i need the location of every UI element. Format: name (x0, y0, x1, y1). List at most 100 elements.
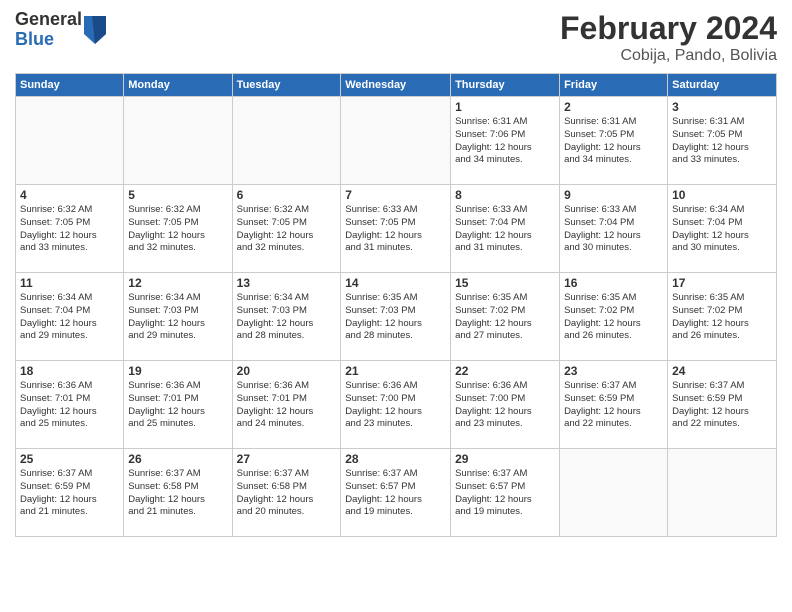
calendar-cell: 5 Sunrise: 6:32 AMSunset: 7:05 PMDaylight… (124, 185, 232, 273)
day-number: 11 (20, 276, 119, 290)
day-info: Sunrise: 6:36 AMSunset: 7:01 PMDaylight:… (20, 380, 119, 431)
day-number: 26 (128, 452, 227, 466)
day-info: Sunrise: 6:37 AMSunset: 6:59 PMDaylight:… (20, 468, 119, 519)
calendar-week-2: 4 Sunrise: 6:32 AMSunset: 7:05 PMDaylight… (16, 185, 777, 273)
calendar-cell (124, 97, 232, 185)
day-info: Sunrise: 6:37 AMSunset: 6:57 PMDaylight:… (345, 468, 446, 519)
calendar-cell (232, 97, 341, 185)
logo-text: General Blue (15, 10, 82, 50)
day-number: 8 (455, 188, 555, 202)
day-info: Sunrise: 6:33 AMSunset: 7:05 PMDaylight:… (345, 204, 446, 255)
day-info: Sunrise: 6:32 AMSunset: 7:05 PMDaylight:… (237, 204, 337, 255)
col-tuesday: Tuesday (232, 74, 341, 97)
day-info: Sunrise: 6:37 AMSunset: 6:59 PMDaylight:… (672, 380, 772, 431)
logo: General Blue (15, 10, 106, 50)
calendar-cell: 16 Sunrise: 6:35 AMSunset: 7:02 PMDayligh… (560, 273, 668, 361)
title-block: February 2024 Cobija, Pando, Bolivia (560, 10, 777, 65)
day-number: 22 (455, 364, 555, 378)
day-number: 15 (455, 276, 555, 290)
day-info: Sunrise: 6:31 AMSunset: 7:05 PMDaylight:… (672, 116, 772, 167)
day-info: Sunrise: 6:32 AMSunset: 7:05 PMDaylight:… (20, 204, 119, 255)
calendar-cell: 12 Sunrise: 6:34 AMSunset: 7:03 PMDayligh… (124, 273, 232, 361)
calendar-header-row: Sunday Monday Tuesday Wednesday Thursday… (16, 74, 777, 97)
day-info: Sunrise: 6:37 AMSunset: 6:59 PMDaylight:… (564, 380, 663, 431)
day-number: 3 (672, 100, 772, 114)
calendar-cell: 9 Sunrise: 6:33 AMSunset: 7:04 PMDaylight… (560, 185, 668, 273)
day-number: 23 (564, 364, 663, 378)
day-number: 9 (564, 188, 663, 202)
day-number: 20 (237, 364, 337, 378)
day-info: Sunrise: 6:34 AMSunset: 7:04 PMDaylight:… (672, 204, 772, 255)
col-wednesday: Wednesday (341, 74, 451, 97)
calendar-cell: 11 Sunrise: 6:34 AMSunset: 7:04 PMDayligh… (16, 273, 124, 361)
calendar-cell: 6 Sunrise: 6:32 AMSunset: 7:05 PMDaylight… (232, 185, 341, 273)
calendar-cell: 29Sunrise: 6:37 AMSunset: 6:57 PMDayligh… (451, 449, 560, 537)
calendar-cell: 28 Sunrise: 6:37 AMSunset: 6:57 PMDayligh… (341, 449, 451, 537)
day-info: Sunrise: 6:36 AMSunset: 7:00 PMDaylight:… (455, 380, 555, 431)
calendar-cell (560, 449, 668, 537)
calendar-cell: 10 Sunrise: 6:34 AMSunset: 7:04 PMDayligh… (668, 185, 777, 273)
calendar-cell: 13Sunrise: 6:34 AMSunset: 7:03 PMDayligh… (232, 273, 341, 361)
day-info: Sunrise: 6:31 AMSunset: 7:05 PMDaylight:… (564, 116, 663, 167)
day-info: Sunrise: 6:33 AMSunset: 7:04 PMDaylight:… (564, 204, 663, 255)
day-info: Sunrise: 6:37 AMSunset: 6:58 PMDaylight:… (237, 468, 337, 519)
col-thursday: Thursday (451, 74, 560, 97)
day-info: Sunrise: 6:36 AMSunset: 7:01 PMDaylight:… (128, 380, 227, 431)
calendar-cell: 14 Sunrise: 6:35 AMSunset: 7:03 PMDayligh… (341, 273, 451, 361)
logo-icon (84, 16, 106, 44)
day-number: 12 (128, 276, 227, 290)
day-info: Sunrise: 6:36 AMSunset: 7:00 PMDaylight:… (345, 380, 446, 431)
calendar-week-3: 11 Sunrise: 6:34 AMSunset: 7:04 PMDayligh… (16, 273, 777, 361)
calendar-cell: 21 Sunrise: 6:36 AMSunset: 7:00 PMDayligh… (341, 361, 451, 449)
calendar-cell: 23 Sunrise: 6:37 AMSunset: 6:59 PMDayligh… (560, 361, 668, 449)
calendar-cell: 19 Sunrise: 6:36 AMSunset: 7:01 PMDayligh… (124, 361, 232, 449)
col-sunday: Sunday (16, 74, 124, 97)
day-number: 21 (345, 364, 446, 378)
day-info: Sunrise: 6:34 AMSunset: 7:03 PMDaylight:… (128, 292, 227, 343)
calendar-cell: 17Sunrise: 6:35 AMSunset: 7:02 PMDayligh… (668, 273, 777, 361)
day-info: Sunrise: 6:35 AMSunset: 7:02 PMDaylight:… (672, 292, 772, 343)
day-number: 14 (345, 276, 446, 290)
calendar-week-4: 18 Sunrise: 6:36 AMSunset: 7:01 PMDayligh… (16, 361, 777, 449)
day-info: Sunrise: 6:33 AMSunset: 7:04 PMDaylight:… (455, 204, 555, 255)
calendar-cell (341, 97, 451, 185)
day-info: Sunrise: 6:35 AMSunset: 7:02 PMDaylight:… (564, 292, 663, 343)
col-friday: Friday (560, 74, 668, 97)
calendar-cell (668, 449, 777, 537)
calendar-table: Sunday Monday Tuesday Wednesday Thursday… (15, 73, 777, 537)
day-info: Sunrise: 6:35 AMSunset: 7:03 PMDaylight:… (345, 292, 446, 343)
calendar-cell: 4 Sunrise: 6:32 AMSunset: 7:05 PMDaylight… (16, 185, 124, 273)
page: General Blue February 2024 Cobija, Pando… (0, 0, 792, 612)
day-number: 29 (455, 452, 555, 466)
day-number: 16 (564, 276, 663, 290)
calendar-week-1: 1 Sunrise: 6:31 AMSunset: 7:06 PMDaylight… (16, 97, 777, 185)
day-number: 10 (672, 188, 772, 202)
day-number: 27 (237, 452, 337, 466)
day-number: 25 (20, 452, 119, 466)
day-number: 4 (20, 188, 119, 202)
day-info: Sunrise: 6:34 AMSunset: 7:04 PMDaylight:… (20, 292, 119, 343)
calendar-cell: 24Sunrise: 6:37 AMSunset: 6:59 PMDayligh… (668, 361, 777, 449)
day-info: Sunrise: 6:31 AMSunset: 7:06 PMDaylight:… (455, 116, 555, 167)
calendar-week-5: 25 Sunrise: 6:37 AMSunset: 6:59 PMDayligh… (16, 449, 777, 537)
day-number: 28 (345, 452, 446, 466)
calendar-cell: 20 Sunrise: 6:36 AMSunset: 7:01 PMDayligh… (232, 361, 341, 449)
day-info: Sunrise: 6:32 AMSunset: 7:05 PMDaylight:… (128, 204, 227, 255)
day-number: 5 (128, 188, 227, 202)
calendar-cell: 1 Sunrise: 6:31 AMSunset: 7:06 PMDaylight… (451, 97, 560, 185)
day-number: 6 (237, 188, 337, 202)
calendar-cell: 18 Sunrise: 6:36 AMSunset: 7:01 PMDayligh… (16, 361, 124, 449)
calendar-cell: 3 Sunrise: 6:31 AMSunset: 7:05 PMDaylight… (668, 97, 777, 185)
title-month: February 2024 (560, 10, 777, 47)
calendar-cell: 22 Sunrise: 6:36 AMSunset: 7:00 PMDayligh… (451, 361, 560, 449)
col-monday: Monday (124, 74, 232, 97)
day-number: 7 (345, 188, 446, 202)
day-info: Sunrise: 6:36 AMSunset: 7:01 PMDaylight:… (237, 380, 337, 431)
col-saturday: Saturday (668, 74, 777, 97)
day-number: 1 (455, 100, 555, 114)
day-number: 19 (128, 364, 227, 378)
calendar-cell: 25 Sunrise: 6:37 AMSunset: 6:59 PMDayligh… (16, 449, 124, 537)
header: General Blue February 2024 Cobija, Pando… (15, 10, 777, 65)
calendar-cell: 7 Sunrise: 6:33 AMSunset: 7:05 PMDaylight… (341, 185, 451, 273)
day-number: 18 (20, 364, 119, 378)
